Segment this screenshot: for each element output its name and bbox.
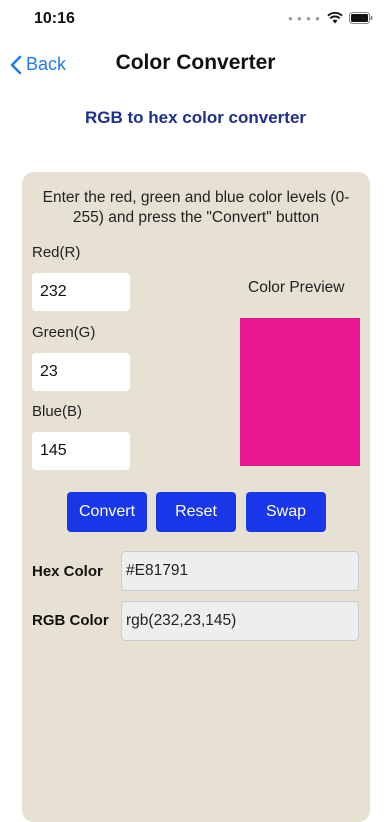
green-label: Green(G): [32, 324, 96, 341]
blue-label: Blue(B): [32, 403, 83, 420]
wifi-icon: [327, 12, 343, 24]
hex-color-value: #E81791: [126, 562, 189, 579]
status-time: 10:16: [34, 10, 75, 27]
rgb-color-value: rgb(232,23,145): [126, 612, 237, 629]
convert-button[interactable]: Convert: [67, 492, 147, 532]
instructions-text: Enter the red, green and blue color leve…: [42, 189, 350, 226]
red-label: Red(R): [32, 244, 81, 261]
hex-color-label: Hex Color: [32, 563, 103, 580]
red-input[interactable]: [32, 273, 130, 311]
status-bar: 10:16 ● ● ● ●: [0, 0, 391, 40]
navigation-bar: Back Color Converter: [0, 46, 391, 86]
page-subtitle: RGB to hex color converter: [84, 108, 307, 127]
green-input[interactable]: [32, 353, 130, 391]
rgb-color-label: RGB Color: [32, 612, 109, 629]
battery-icon: [349, 12, 373, 24]
swap-button[interactable]: Swap: [246, 492, 326, 532]
hex-color-output[interactable]: #E81791: [121, 551, 359, 591]
page-title: Color Converter: [115, 51, 276, 74]
rgb-color-output[interactable]: rgb(232,23,145): [121, 601, 359, 641]
color-preview-swatch: [240, 318, 360, 466]
converter-panel: Enter the red, green and blue color leve…: [22, 172, 370, 822]
status-icons: ● ● ● ●: [288, 12, 373, 24]
reset-button[interactable]: Reset: [156, 492, 236, 532]
signal-icon: ● ● ● ●: [288, 13, 321, 23]
blue-input[interactable]: [32, 432, 130, 470]
color-preview-label: Color Preview: [248, 279, 345, 296]
